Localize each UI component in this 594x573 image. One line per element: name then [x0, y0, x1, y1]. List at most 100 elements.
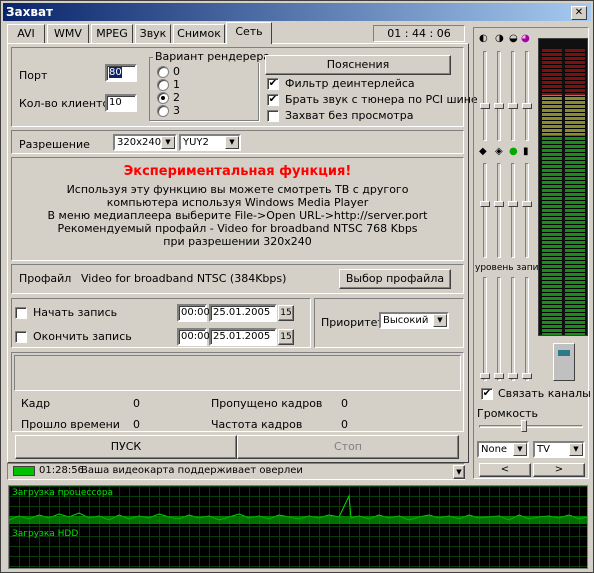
tab-mpeg[interactable]: MPEG	[91, 24, 133, 43]
calendar-icon[interactable]: 15	[278, 305, 294, 321]
slider-thumb[interactable]	[508, 373, 518, 379]
no-preview-label: Захват без просмотра	[285, 109, 414, 122]
renderer-option-1: 1	[173, 78, 180, 91]
slider-thumb[interactable]	[508, 103, 518, 109]
volume-slider[interactable]	[479, 425, 583, 428]
record-slider-3[interactable]	[511, 163, 515, 258]
renderer-radio-0[interactable]	[157, 66, 169, 78]
start-record-checkbox[interactable]	[15, 307, 27, 319]
level-slider-4[interactable]	[525, 277, 529, 381]
format-value: YUY2	[183, 137, 209, 148]
cd-icon: ◑	[495, 33, 504, 44]
stop-date-input[interactable]: 25.01.2005	[209, 328, 277, 346]
window-title: Захват	[6, 5, 54, 19]
explain-button[interactable]: Пояснения	[265, 55, 451, 75]
dropped-label: Пропущено кадров	[211, 397, 323, 410]
port-input[interactable]: 80	[105, 64, 137, 82]
elapsed-value: 0	[133, 418, 140, 431]
priority-select[interactable]: Высокий ▼	[379, 312, 449, 329]
format-select[interactable]: YUY2 ▼	[179, 134, 241, 151]
slider-thumb[interactable]	[522, 373, 532, 379]
mic-icon: ◒	[509, 33, 518, 44]
slider-thumb[interactable]	[522, 201, 532, 207]
pci-audio-checkbox[interactable]: ✔	[267, 94, 279, 106]
record-slider-4[interactable]	[525, 163, 529, 258]
clients-input[interactable]: 10	[105, 94, 137, 112]
slider-thumb[interactable]	[494, 373, 504, 379]
slider-thumb[interactable]	[480, 373, 490, 379]
tab-snapshot[interactable]: Снимок	[173, 24, 225, 43]
load-graph: Загрузка процессора Загрузка HDD	[8, 485, 588, 569]
link-channels-checkbox[interactable]: ✔	[481, 388, 493, 400]
experimental-line: В меню медиаплеера выберите File->Open U…	[47, 209, 428, 222]
start-button[interactable]: ПУСК	[15, 435, 237, 459]
level-slider-3[interactable]	[511, 277, 515, 381]
slider-thumb[interactable]	[494, 103, 504, 109]
tab-wmv[interactable]: WMV	[47, 24, 89, 43]
volume-slider-thumb[interactable]	[521, 420, 527, 432]
close-button[interactable]: ✕	[571, 6, 587, 20]
slider-thumb[interactable]	[522, 103, 532, 109]
stats-inner	[14, 355, 461, 391]
tab-avi[interactable]: AVI	[7, 24, 45, 43]
stop-button[interactable]: Стоп	[237, 435, 459, 459]
input-right-select[interactable]: TV ▼	[533, 441, 585, 458]
cpu-load-trace	[9, 494, 587, 521]
experimental-line: Используя эту функцию вы можете смотреть…	[66, 183, 409, 196]
start-time-input[interactable]: 00:00	[177, 304, 210, 322]
volume-label: Громкость	[477, 407, 539, 420]
renderer-radio-1[interactable]	[157, 79, 169, 91]
level-meter	[538, 38, 588, 336]
volume-slider-4[interactable]	[525, 51, 529, 141]
priority-value: Высокий	[383, 315, 429, 326]
priority-label: Приоритет	[321, 316, 384, 329]
status-time: 01:28:56	[39, 465, 84, 476]
start-record-label: Начать запись	[33, 306, 118, 319]
clients-label: Кол-во клиентов	[19, 97, 116, 110]
record-slider-1[interactable]	[483, 163, 487, 258]
stop-record-checkbox[interactable]	[15, 331, 27, 343]
chevron-down-icon: ▼	[513, 443, 527, 456]
rate-value: 0	[341, 418, 348, 431]
stop-time-input[interactable]: 00:00	[177, 328, 210, 346]
choose-profile-button[interactable]: Выбор профайла	[339, 269, 451, 289]
renderer-radio-3[interactable]	[157, 105, 169, 117]
cd-icon: ◈	[495, 146, 503, 157]
resolution-select[interactable]: 320x240 ▼	[113, 134, 177, 151]
port-label: Порт	[19, 69, 48, 82]
slider-thumb[interactable]	[480, 201, 490, 207]
calendar-icon[interactable]: 15	[278, 329, 294, 345]
hdd-load-label: Загрузка HDD	[12, 529, 79, 539]
remote-icon[interactable]	[553, 343, 575, 381]
start-date-input[interactable]: 25.01.2005	[209, 304, 277, 322]
record-slider-2[interactable]	[497, 163, 501, 258]
level-meter-right	[565, 49, 585, 335]
renderer-option-2: 2	[173, 91, 180, 104]
chevron-down-icon: ▼	[569, 443, 583, 456]
volume-slider-2[interactable]	[497, 51, 501, 141]
next-button[interactable]: >	[533, 463, 585, 477]
level-slider-2[interactable]	[497, 277, 501, 381]
chevron-down-icon: ▼	[161, 136, 175, 149]
deinterlace-checkbox[interactable]: ✔	[267, 78, 279, 90]
remote-screen	[558, 350, 570, 356]
volume-slider-3[interactable]	[511, 51, 515, 141]
chevron-down-icon[interactable]: ▼	[453, 465, 465, 479]
level-slider-1[interactable]	[483, 277, 487, 381]
line-in-icon: ◕	[521, 33, 530, 44]
cpu-load-fill	[9, 516, 587, 524]
slider-thumb[interactable]	[508, 201, 518, 207]
slider-thumb[interactable]	[494, 201, 504, 207]
tab-sound[interactable]: Звук	[135, 24, 171, 43]
slider-thumb[interactable]	[480, 103, 490, 109]
status-message: Ваша видеокарта поддерживает оверлеи	[81, 465, 303, 476]
renderer-radio-2[interactable]	[157, 92, 169, 104]
link-channels-label: Связать каналы	[498, 387, 591, 400]
no-preview-checkbox[interactable]	[267, 110, 279, 122]
level-meter-left	[542, 49, 562, 335]
volume-slider-1[interactable]	[483, 51, 487, 141]
clock-display: 01 : 44 : 06	[373, 25, 465, 42]
input-left-select[interactable]: None ▼	[477, 441, 529, 458]
tab-network[interactable]: Сеть	[226, 22, 272, 44]
prev-button[interactable]: <	[479, 463, 531, 477]
